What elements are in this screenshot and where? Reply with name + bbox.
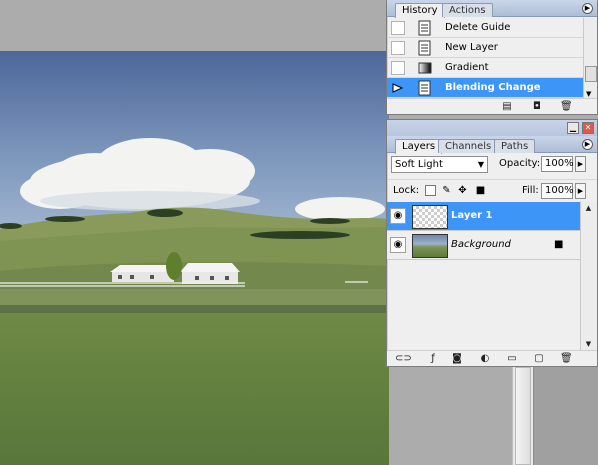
layer-mask-icon[interactable]: ◙ <box>451 353 463 364</box>
scrollbar-vertical[interactable] <box>512 367 534 465</box>
layers-titlebar[interactable]: ▁ ✕ <box>387 120 597 136</box>
panel-menu-icon[interactable]: ▶ <box>582 139 593 150</box>
lock-icon: ■ <box>554 239 564 250</box>
history-item[interactable]: Gradient <box>387 58 583 78</box>
tab-layers[interactable]: Layers <box>395 139 443 154</box>
tab-history[interactable]: History <box>395 3 445 18</box>
blend-mode-select[interactable]: Soft Light ▼ <box>391 156 488 173</box>
history-tabbar: History Actions ▶ <box>387 0 597 18</box>
history-item-label: Delete Guide <box>445 22 511 33</box>
history-item-label: Blending Change <box>445 82 541 93</box>
history-checkbox[interactable] <box>391 61 405 75</box>
history-checkbox[interactable] <box>391 21 405 35</box>
chevron-down-icon: ▼ <box>477 160 484 169</box>
eye-icon[interactable]: ◉ <box>390 237 406 253</box>
new-snapshot-icon[interactable]: ◘ <box>531 101 543 112</box>
panel-menu-icon[interactable]: ▶ <box>582 3 593 14</box>
layers-panel: ▁ ✕ Layers Channels Paths ▶ Soft Light ▼… <box>386 119 598 367</box>
layer-name: Layer 1 <box>451 210 493 221</box>
history-item[interactable]: New Layer <box>387 38 583 58</box>
minimize-icon[interactable]: ▁ <box>567 122 579 134</box>
close-icon[interactable]: ✕ <box>582 122 594 134</box>
history-doc-icon <box>418 40 431 56</box>
tab-channels[interactable]: Channels <box>438 139 499 153</box>
history-item-label: Gradient <box>445 62 489 73</box>
fill-input[interactable]: 100% <box>541 183 574 199</box>
workspace-background <box>534 367 598 465</box>
landscape-image <box>0 51 389 465</box>
workspace: History Actions ▶ Delete Guide New Layer… <box>0 0 598 465</box>
lock-transparent-pixels-icon[interactable] <box>425 185 436 196</box>
history-panel: History Actions ▶ Delete Guide New Layer… <box>386 0 598 115</box>
history-footer: ▤ ◘ 🗑 <box>387 98 597 114</box>
scroll-down-icon[interactable]: ▼ <box>586 90 591 98</box>
layers-scrollbar[interactable]: ▲ ▼ <box>580 201 597 352</box>
eye-icon[interactable]: ◉ <box>390 208 406 224</box>
history-item[interactable]: Delete Guide <box>387 18 583 38</box>
opacity-slider-icon[interactable]: ▶ <box>575 156 586 172</box>
blend-mode-value: Soft Light <box>395 159 443 170</box>
opacity-input[interactable]: 100% <box>541 156 574 172</box>
history-checkbox[interactable] <box>391 41 405 55</box>
layer-thumbnail <box>412 205 448 229</box>
opacity-label: Opacity: <box>499 158 541 169</box>
document-canvas[interactable] <box>0 51 389 465</box>
tab-actions[interactable]: Actions <box>442 3 493 17</box>
history-item-active[interactable]: Blending Change <box>387 78 583 98</box>
lock-all-icon[interactable]: ■ <box>475 185 486 196</box>
history-brush-icon <box>392 83 404 93</box>
delete-state-icon[interactable]: 🗑 <box>560 101 573 112</box>
scrollbar-thumb[interactable] <box>585 66 597 82</box>
layers-footer: ⊂⊃ ƒ ◙ ◐ ▭ ▢ 🗑 <box>387 350 597 366</box>
lock-image-pixels-icon[interactable]: ✎ <box>441 185 452 196</box>
lock-position-icon[interactable]: ✥ <box>457 185 468 196</box>
lock-label: Lock: <box>393 185 420 196</box>
history-doc-icon <box>418 20 431 36</box>
link-layers-icon[interactable]: ⊂⊃ <box>395 353 412 364</box>
scrollbar-thumb[interactable] <box>515 367 531 465</box>
delete-layer-icon[interactable]: 🗑 <box>560 353 573 364</box>
blend-row: Soft Light ▼ Opacity: 100% ▶ <box>387 154 597 176</box>
adjustment-layer-icon[interactable]: ◐ <box>479 353 491 364</box>
history-state-marker[interactable] <box>391 81 405 95</box>
history-doc-icon <box>418 80 431 96</box>
layer-row[interactable]: ◉ Background ■ <box>387 231 580 260</box>
fill-slider-icon[interactable]: ▶ <box>575 183 586 199</box>
scroll-down-icon[interactable]: ▼ <box>583 339 594 350</box>
fill-label: Fill: <box>522 185 539 196</box>
layer-name: Background <box>451 239 511 250</box>
layer-row[interactable]: ◉ Layer 1 <box>387 202 580 231</box>
history-item-label: New Layer <box>445 42 498 53</box>
tab-paths[interactable]: Paths <box>494 139 536 153</box>
new-layer-icon[interactable]: ▢ <box>533 353 545 364</box>
new-document-from-state-icon[interactable]: ▤ <box>501 101 513 112</box>
history-scrollbar[interactable]: ▼ <box>583 18 597 100</box>
layers-tabbar: Layers Channels Paths ▶ <box>387 136 597 154</box>
layer-style-icon[interactable]: ƒ <box>427 353 439 364</box>
new-group-icon[interactable]: ▭ <box>506 353 518 364</box>
scroll-up-icon[interactable]: ▲ <box>583 203 594 214</box>
gradient-icon <box>418 62 432 74</box>
lock-row: Lock: ✎ ✥ ■ Fill: 100% ▶ <box>387 179 597 201</box>
layer-thumbnail <box>412 234 448 258</box>
